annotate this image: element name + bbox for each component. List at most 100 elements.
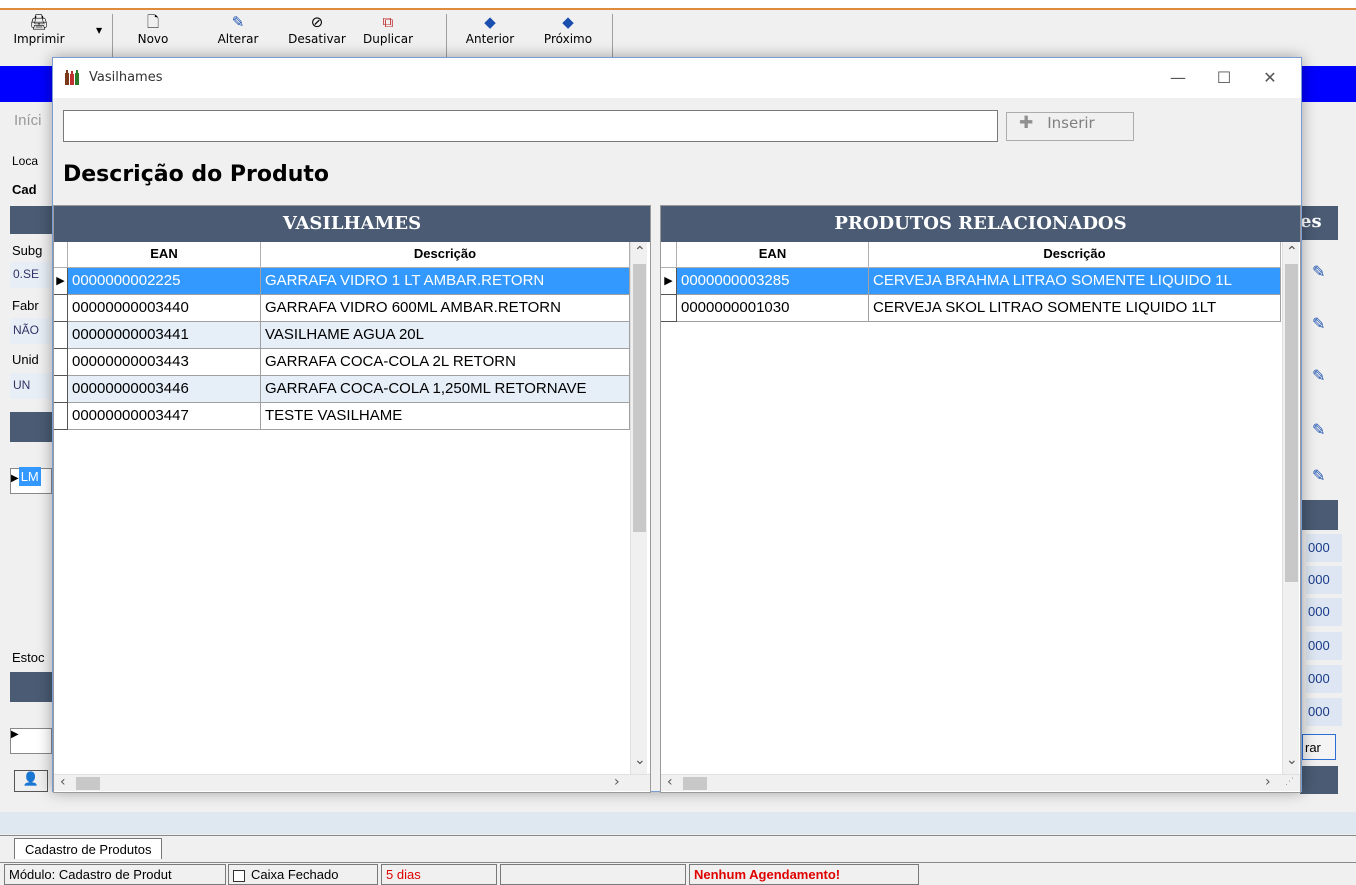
scrollbar-thumb[interactable] — [76, 777, 100, 790]
edit-pencil-icon[interactable]: ✎ — [1312, 262, 1325, 282]
arrow-left-icon: ◆ — [484, 13, 496, 31]
scrollbar-thumb[interactable] — [633, 264, 646, 532]
dialog-title: Vasilhames — [89, 70, 163, 85]
produtos-grid[interactable]: EAN Descrição ▶ 0000000003285 CERVEJA BR… — [661, 242, 1281, 792]
scroll-down-icon[interactable]: ⌄ — [634, 752, 646, 768]
scrollbar-thumb[interactable] — [683, 777, 707, 790]
horizontal-scrollbar[interactable]: ‹ › ⋰ — [661, 774, 1300, 791]
tab-cadastro-produtos[interactable]: Cadastro de Produtos — [14, 838, 163, 859]
vasilhames-grid[interactable]: EAN Descrição ▶ 0000000002225 GARRAFA VI… — [54, 242, 630, 792]
bg-grid-row[interactable]: ▶ — [10, 728, 52, 754]
row-indicator — [54, 376, 68, 403]
resize-grip-icon[interactable]: ⋰ — [1285, 777, 1294, 787]
table-row[interactable]: 00000000003443 GARRAFA COCA-COLA 2L RETO… — [54, 349, 630, 376]
description-cell: GARRAFA VIDRO 1 LT AMBAR.RETORN — [261, 268, 630, 295]
description-cell: VASILHAME AGUA 20L — [261, 322, 630, 349]
add-user-button[interactable]: 👤 — [14, 770, 48, 792]
section-header — [10, 412, 52, 442]
table-row[interactable]: 00000000003440 GARRAFA VIDRO 600ML AMBAR… — [54, 295, 630, 322]
ean-cell: 0000000001030 — [677, 295, 869, 322]
manufacturer-label: Fabr — [12, 298, 39, 313]
dropdown-arrow-icon[interactable]: ▼ — [96, 26, 102, 35]
stock-label: Estoc — [12, 650, 45, 665]
bg-grid-row[interactable]: ▶ LM — [10, 467, 52, 494]
footer-strip — [0, 812, 1356, 834]
scroll-right-icon[interactable]: › — [1265, 774, 1271, 790]
ean-cell: 00000000003447 — [68, 403, 261, 430]
description-cell: TESTE VASILHAME — [261, 403, 630, 430]
ean-cell: 0000000003285 — [677, 268, 869, 295]
maximize-button[interactable]: ☐ — [1201, 64, 1247, 92]
status-module: Módulo: Cadastro de Produt — [4, 864, 226, 885]
number-cell: 000 — [1306, 598, 1342, 626]
search-input[interactable] — [63, 110, 998, 142]
caixa-checkbox[interactable] — [233, 869, 245, 882]
scrollbar-thumb[interactable] — [1285, 264, 1298, 582]
description-cell: CERVEJA BRAHMA LITRAO SOMENTE LIQUIDO 1L — [869, 268, 1281, 295]
edit-pencil-icon[interactable]: ✎ — [1312, 466, 1325, 486]
scroll-up-icon[interactable]: ⌃ — [1286, 244, 1298, 260]
insert-button[interactable]: ✚ Inserir — [1006, 112, 1134, 141]
new-label: Novo — [137, 32, 169, 46]
print-label: Imprimir — [13, 32, 65, 46]
scroll-left-icon[interactable]: ‹ — [60, 774, 66, 790]
column-header-ean[interactable]: EAN — [677, 242, 869, 268]
horizontal-scrollbar[interactable]: ‹ › — [54, 774, 650, 791]
subgroup-label: Subg — [12, 243, 43, 258]
vasilhames-dialog: Vasilhames — ☐ ✕ ✚ Inserir Descrição do P… — [52, 57, 1302, 793]
bottles-icon — [65, 70, 79, 85]
right-section-header: es — [1300, 206, 1338, 240]
column-header-descricao[interactable]: Descrição — [869, 242, 1281, 268]
edit-pencil-icon[interactable]: ✎ — [1312, 314, 1325, 334]
close-button[interactable]: ✕ — [1247, 64, 1293, 92]
status-days: 5 dias — [381, 864, 497, 885]
table-row[interactable]: 00000000003441 VASILHAME AGUA 20L — [54, 322, 630, 349]
ean-cell: 00000000003440 — [68, 295, 261, 322]
column-header-descricao[interactable]: Descrição — [261, 242, 630, 268]
scroll-down-icon[interactable]: ⌄ — [1286, 752, 1298, 768]
row-indicator — [54, 322, 68, 349]
edit-label: Alterar — [217, 32, 259, 46]
table-row[interactable]: 0000000001030 CERVEJA SKOL LITRAO SOMENT… — [661, 295, 1281, 322]
row-indicator — [54, 349, 68, 376]
vertical-scrollbar[interactable]: ⌃ ⌄ — [630, 242, 647, 774]
table-row[interactable]: ▶ 0000000003285 CERVEJA BRAHMA LITRAO SO… — [661, 268, 1281, 295]
status-empty — [500, 864, 686, 885]
status-agendamento: Nenhum Agendamento! — [689, 864, 919, 885]
unit-field[interactable]: UN — [10, 373, 52, 399]
scroll-right-icon[interactable]: › — [614, 774, 620, 790]
tab-local[interactable]: Loca — [12, 154, 38, 168]
deactivate-label: Desativar — [288, 32, 346, 46]
number-cell: 000 — [1306, 534, 1342, 562]
column-header-ean[interactable]: EAN — [68, 242, 261, 268]
scroll-left-icon[interactable]: ‹ — [667, 774, 673, 790]
insert-label: Inserir — [1047, 114, 1095, 132]
edit-pencil-icon[interactable]: ✎ — [1312, 420, 1325, 440]
table-row[interactable]: 00000000003447 TESTE VASILHAME — [54, 403, 630, 430]
number-cell: 000 — [1306, 566, 1342, 594]
table-row[interactable]: ▶ 0000000002225 GARRAFA VIDRO 1 LT AMBAR… — [54, 268, 630, 295]
right-action-button[interactable]: rar — [1302, 734, 1336, 760]
table-row[interactable]: 00000000003446 GARRAFA COCA-COLA 1,250ML… — [54, 376, 630, 403]
minimize-button[interactable]: — — [1155, 64, 1201, 92]
description-cell: CERVEJA SKOL LITRAO SOMENTE LIQUIDO 1LT — [869, 295, 1281, 322]
section-header — [10, 672, 52, 702]
number-cell: 000 — [1306, 698, 1342, 726]
ean-cell: 00000000003441 — [68, 322, 261, 349]
subgroup-field[interactable]: 0.SE — [10, 262, 52, 288]
vertical-scrollbar[interactable]: ⌃ ⌄ — [1282, 242, 1299, 774]
right-grid-header — [1300, 500, 1338, 530]
vasilhames-panel-title: VASILHAMES — [54, 206, 650, 242]
ean-cell: 00000000003443 — [68, 349, 261, 376]
new-document-icon: 🗋 — [146, 13, 160, 31]
ean-cell: 0000000002225 — [68, 268, 261, 295]
description-cell: GARRAFA COCA-COLA 1,250ML RETORNAVE — [261, 376, 630, 403]
breadcrumb: Iníci — [14, 112, 42, 129]
edit-pencil-icon[interactable]: ✎ — [1312, 366, 1325, 386]
manufacturer-field[interactable]: NÃO — [10, 318, 52, 344]
row-indicator — [54, 295, 68, 322]
section-header — [10, 206, 52, 234]
scroll-up-icon[interactable]: ⌃ — [634, 244, 646, 260]
duplicate-label: Duplicar — [362, 32, 413, 46]
produtos-panel-title: PRODUTOS RELACIONADOS — [661, 206, 1300, 242]
